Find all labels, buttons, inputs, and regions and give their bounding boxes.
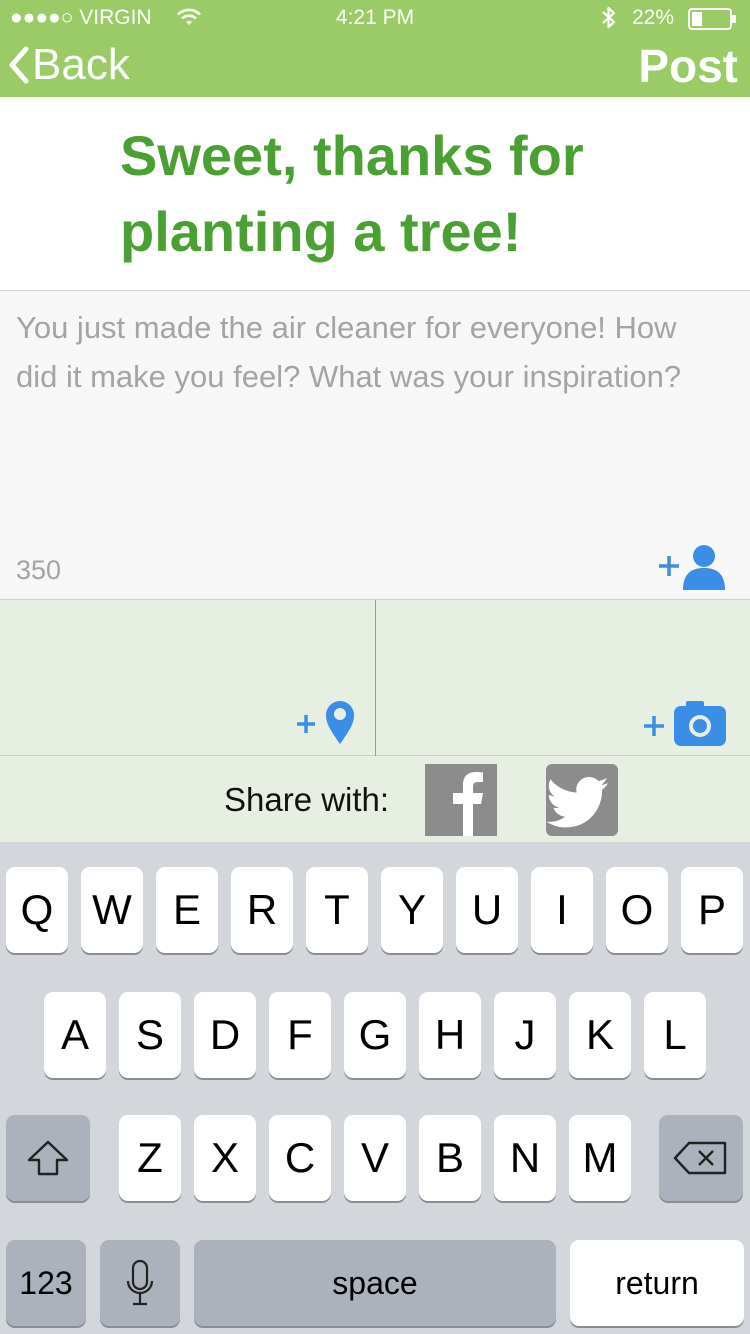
chevron-left-icon [6, 43, 32, 87]
key-k[interactable]: K [569, 992, 631, 1078]
key-v[interactable]: V [344, 1115, 406, 1201]
shift-icon [25, 1138, 71, 1178]
key-p[interactable]: P [681, 867, 743, 953]
post-button[interactable]: Post [590, 38, 738, 94]
backspace-key[interactable] [659, 1115, 743, 1201]
key-n[interactable]: N [494, 1115, 556, 1201]
key-q[interactable]: Q [6, 867, 68, 953]
shift-key[interactable] [6, 1115, 90, 1201]
facebook-icon[interactable] [425, 764, 497, 836]
back-label: Back [32, 40, 130, 89]
key-t[interactable]: T [306, 867, 368, 953]
divider [375, 600, 376, 756]
dictation-key[interactable] [100, 1240, 180, 1326]
twitter-icon[interactable] [546, 764, 618, 836]
key-r[interactable]: R [231, 867, 293, 953]
key-a[interactable]: A [44, 992, 106, 1078]
character-count: 350 [16, 555, 62, 585]
space-key[interactable]: space [194, 1240, 556, 1326]
nav-bar: ●●●●○ VIRGIN 4:21 PM 22% Back Post [0, 0, 750, 97]
attachments-row [0, 600, 750, 756]
back-button[interactable]: Back [6, 40, 130, 90]
key-f[interactable]: F [269, 992, 331, 1078]
key-u[interactable]: U [456, 867, 518, 953]
add-location-icon[interactable] [295, 696, 357, 746]
key-l[interactable]: L [644, 992, 706, 1078]
battery-icon [688, 8, 738, 35]
key-e[interactable]: E [156, 867, 218, 953]
bluetooth-icon [600, 5, 618, 36]
battery-percentage: 22% [632, 6, 675, 29]
page-title: Sweet, thanks for planting a tree! [120, 124, 584, 263]
add-photo-icon[interactable] [642, 698, 728, 748]
share-label: Share with: [224, 781, 390, 818]
add-person-icon[interactable] [655, 540, 730, 592]
key-z[interactable]: Z [119, 1115, 181, 1201]
return-key[interactable]: return [570, 1240, 744, 1326]
numbers-key[interactable]: 123 [6, 1240, 86, 1326]
key-o[interactable]: O [606, 867, 668, 953]
key-w[interactable]: W [81, 867, 143, 953]
microphone-icon [125, 1259, 155, 1307]
key-g[interactable]: G [344, 992, 406, 1078]
key-s[interactable]: S [119, 992, 181, 1078]
key-i[interactable]: I [531, 867, 593, 953]
key-h[interactable]: H [419, 992, 481, 1078]
message-textarea[interactable]: You just made the air cleaner for everyo… [0, 290, 750, 600]
key-y[interactable]: Y [381, 867, 443, 953]
message-placeholder: You just made the air cleaner for everyo… [16, 310, 682, 394]
keyboard: Q W E R T Y U I O P A S D F G H J K L Z … [0, 842, 750, 1334]
key-x[interactable]: X [194, 1115, 256, 1201]
key-j[interactable]: J [494, 992, 556, 1078]
backspace-icon [673, 1141, 729, 1175]
key-m[interactable]: M [569, 1115, 631, 1201]
key-d[interactable]: D [194, 992, 256, 1078]
key-b[interactable]: B [419, 1115, 481, 1201]
key-c[interactable]: C [269, 1115, 331, 1201]
